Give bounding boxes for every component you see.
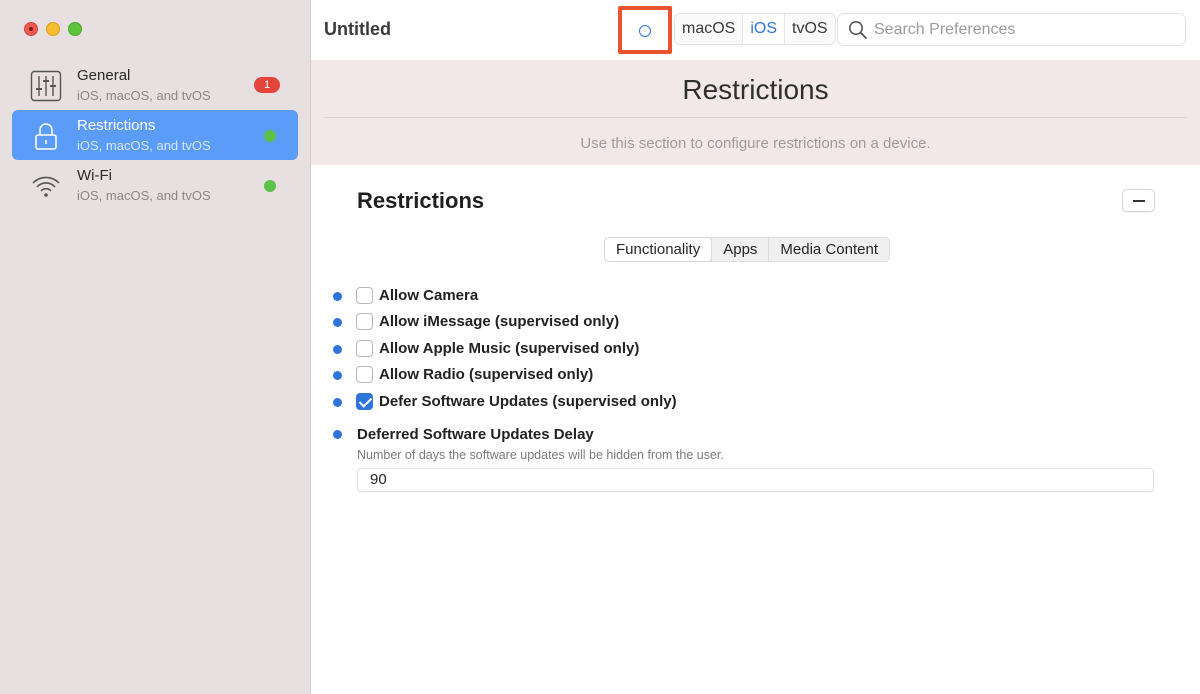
option-label: Allow iMessage (supervised only): [379, 313, 620, 330]
configured-dot: [333, 345, 342, 354]
sidebar-item-subtitle: iOS, macOS, and tvOS: [77, 88, 211, 103]
search-field: [837, 13, 1186, 46]
sidebar-item-wifi[interactable]: Wi-Fi iOS, macOS, and tvOS: [12, 160, 298, 210]
page-title: Restrictions: [682, 74, 829, 105]
section-title: Restrictions: [357, 188, 485, 213]
delay-field-label: Deferred Software Updates Delay: [357, 426, 594, 443]
sidebar-item-label: Wi-Fi: [77, 167, 112, 184]
platform-macos[interactable]: macOS: [675, 14, 742, 44]
delay-field-help: Number of days the software updates will…: [357, 448, 724, 462]
page-description: Use this section to configure restrictio…: [580, 135, 931, 152]
allow-apple-music-checkbox[interactable]: [356, 340, 373, 357]
platform-tvos[interactable]: tvOS: [784, 14, 835, 44]
search-icon: [849, 21, 867, 39]
search-input[interactable]: [874, 18, 1174, 42]
option-label: Allow Apple Music (supervised only): [379, 340, 640, 357]
configured-dot: [333, 398, 342, 407]
configured-dot: [333, 430, 342, 439]
configured-dot: [333, 292, 342, 301]
window-title: Untitled: [324, 19, 391, 39]
allow-camera-checkbox[interactable]: [356, 287, 373, 304]
collapse-section-button[interactable]: [1122, 189, 1155, 212]
minimize-window-button[interactable]: [46, 22, 60, 36]
window-controls: [24, 22, 82, 36]
option-label: Allow Radio (supervised only): [379, 366, 594, 383]
platform-selector: macOS iOS tvOS: [674, 13, 836, 45]
configured-dot: [333, 371, 342, 380]
option-label: Allow Camera: [379, 287, 479, 304]
platform-ios[interactable]: iOS: [742, 14, 785, 44]
delay-days-input[interactable]: 90: [357, 468, 1154, 492]
sidebar-item-label: General: [77, 67, 131, 84]
sidebar-item-general[interactable]: General iOS, macOS, and tvOS 1: [12, 60, 298, 110]
section-header: Restrictions Use this section to configu…: [311, 60, 1200, 165]
tab-media-content[interactable]: Media Content: [768, 238, 889, 261]
zoom-window-button[interactable]: [68, 22, 82, 36]
allow-imessage-checkbox[interactable]: [356, 313, 373, 330]
circle-icon: [639, 25, 651, 37]
close-window-button[interactable]: [24, 22, 38, 36]
option-label: Defer Software Updates (supervised only): [379, 393, 677, 410]
all-platforms-button[interactable]: [618, 6, 672, 54]
toolbar: Untitled macOS iOS tvOS: [311, 0, 1200, 60]
configured-dot: [333, 318, 342, 327]
sidebar-item-restrictions[interactable]: Restrictions iOS, macOS, and tvOS: [12, 110, 298, 160]
sidebar-item-subtitle: iOS, macOS, and tvOS: [77, 138, 211, 153]
sidebar: General iOS, macOS, and tvOS 1 Restricti…: [0, 0, 311, 694]
allow-radio-checkbox[interactable]: [356, 366, 373, 383]
tab-apps[interactable]: Apps: [711, 238, 768, 261]
sidebar-item-subtitle: iOS, macOS, and tvOS: [77, 188, 211, 203]
count-badge: 1: [254, 77, 280, 93]
status-dot: [264, 130, 276, 142]
tab-bar: Functionality Apps Media Content: [604, 237, 890, 262]
lock-icon: [35, 123, 57, 150]
defer-software-updates-checkbox[interactable]: [356, 393, 373, 410]
sidebar-item-label: Restrictions: [77, 117, 156, 134]
wifi-icon: [32, 176, 60, 197]
sliders-icon: [30, 70, 62, 102]
divider: [324, 117, 1187, 118]
status-dot: [264, 180, 276, 192]
tab-functionality[interactable]: Functionality: [605, 238, 712, 261]
